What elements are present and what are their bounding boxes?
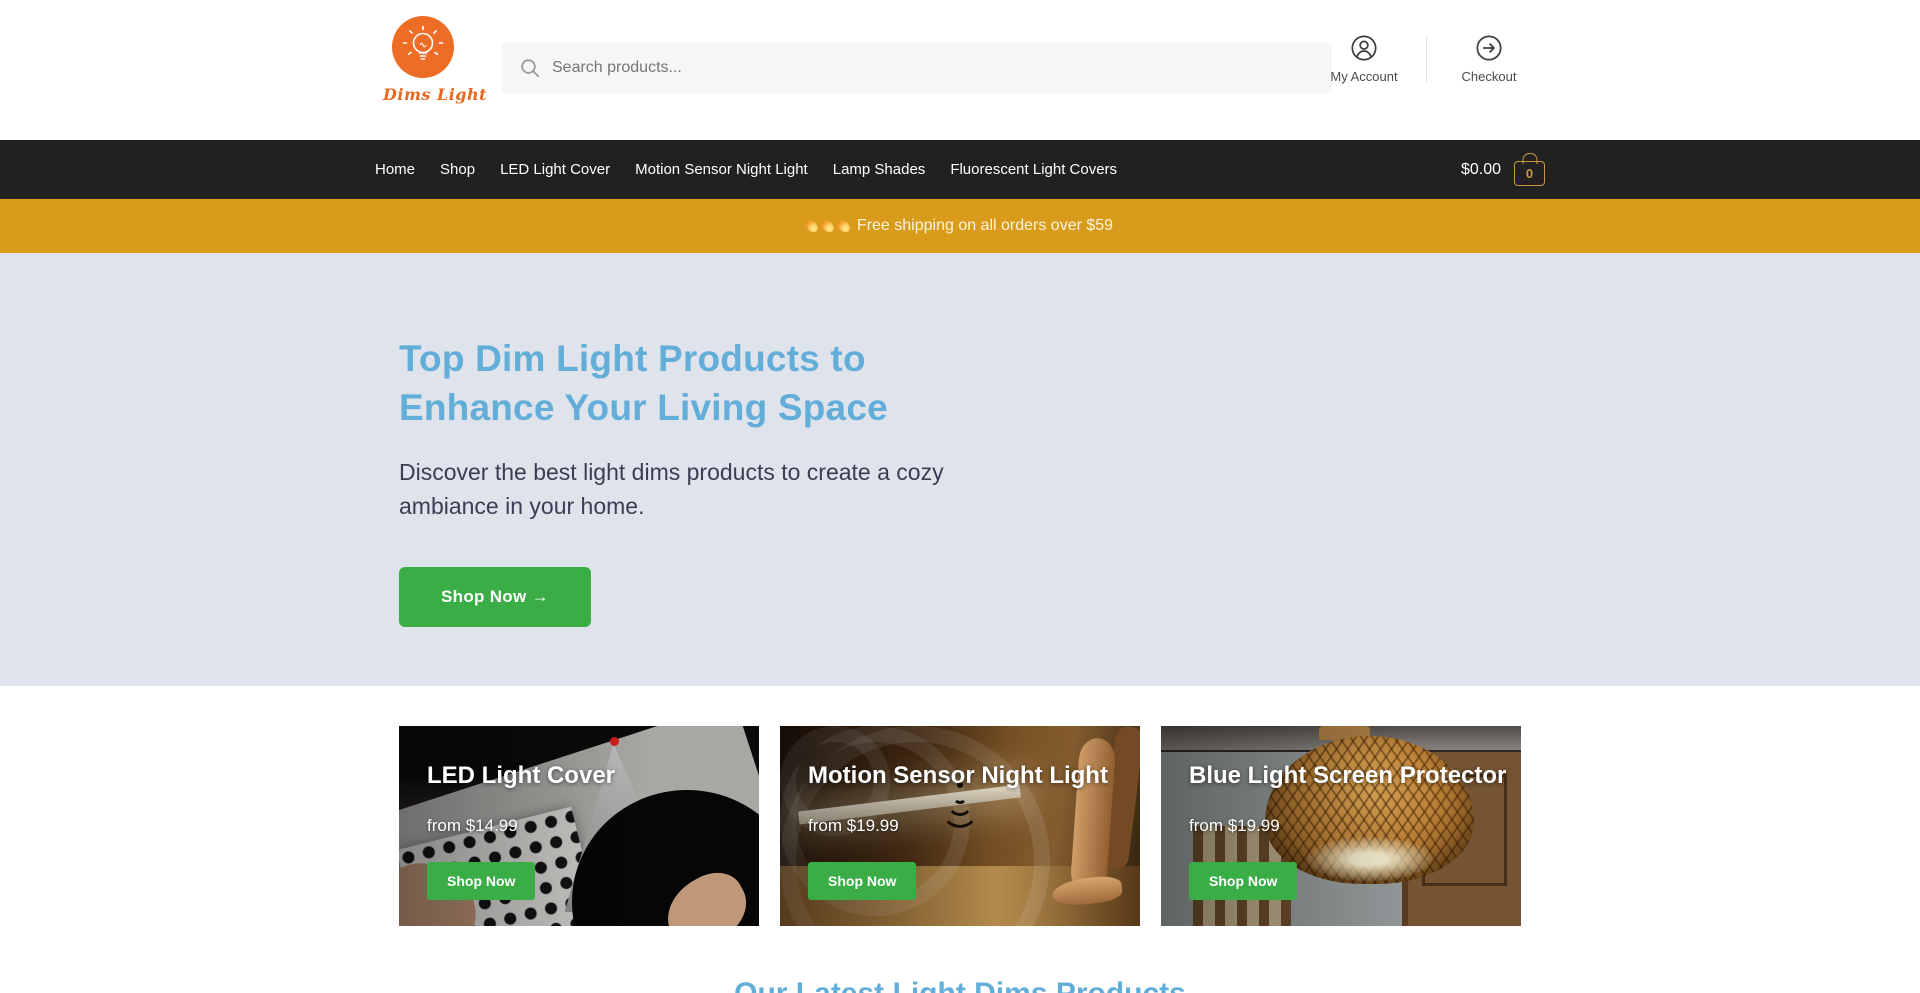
free-shipping-banner: Free shipping on all orders over $59 bbox=[0, 199, 1920, 253]
nav-item-fluorescent-light-covers[interactable]: Fluorescent Light Covers bbox=[950, 161, 1117, 178]
product-card-led-light-cover[interactable]: LED Light Cover from $14.99 Shop Now bbox=[399, 726, 759, 926]
nav-item-lamp-shades[interactable]: Lamp Shades bbox=[833, 161, 926, 178]
hero-section: Top Dim Light Products to Enhance Your L… bbox=[0, 253, 1920, 686]
featured-products-row: LED Light Cover from $14.99 Shop Now Mot… bbox=[399, 726, 1521, 926]
site-logo[interactable]: Dims Light bbox=[383, 16, 463, 104]
shop-now-button[interactable]: Shop Now bbox=[808, 862, 916, 900]
flame-icon bbox=[820, 218, 836, 234]
shop-now-button[interactable]: Shop Now bbox=[1189, 862, 1297, 900]
hero-subtitle: Discover the best light dims products to… bbox=[399, 455, 1039, 523]
flame-icon bbox=[836, 218, 852, 234]
main-nav: Home Shop LED Light Cover Motion Sensor … bbox=[0, 140, 1920, 199]
lightbulb-icon bbox=[392, 16, 454, 78]
product-title: LED Light Cover bbox=[427, 762, 615, 790]
product-title: Motion Sensor Night Light bbox=[808, 762, 1108, 790]
search-icon bbox=[520, 58, 540, 78]
header-divider bbox=[1426, 36, 1427, 82]
latest-products-heading: Our Latest Light Dims Products bbox=[0, 977, 1920, 993]
my-account-link[interactable]: My Account bbox=[1308, 34, 1420, 84]
flame-icons bbox=[807, 220, 849, 233]
product-price: from $19.99 bbox=[808, 816, 899, 836]
banner-text: Free shipping on all orders over $59 bbox=[857, 217, 1113, 235]
search-form bbox=[502, 43, 1332, 93]
hero-title: Top Dim Light Products to Enhance Your L… bbox=[399, 335, 979, 433]
product-title: Blue Light Screen Protector bbox=[1189, 762, 1506, 790]
hero-shop-now-button[interactable]: Shop Now → bbox=[399, 567, 591, 627]
site-header: Dims Light My Account bbox=[0, 0, 1920, 140]
my-account-label: My Account bbox=[1330, 69, 1397, 84]
checkout-label: Checkout bbox=[1462, 69, 1517, 84]
product-card-blue-light-screen-protector[interactable]: Blue Light Screen Protector from $19.99 … bbox=[1161, 726, 1521, 926]
nav-item-led-light-cover[interactable]: LED Light Cover bbox=[500, 161, 610, 178]
product-card-motion-sensor-night-light[interactable]: Motion Sensor Night Light from $19.99 Sh… bbox=[780, 726, 1140, 926]
nav-item-shop[interactable]: Shop bbox=[440, 161, 475, 178]
checkout-link[interactable]: Checkout bbox=[1433, 34, 1545, 84]
nav-item-home[interactable]: Home bbox=[375, 161, 415, 178]
cart-widget[interactable]: $0.00 0 bbox=[1461, 154, 1545, 186]
flame-icon bbox=[804, 218, 820, 234]
product-price: from $14.99 bbox=[427, 816, 518, 836]
search-input[interactable] bbox=[552, 59, 1314, 77]
brand-name: Dims Light bbox=[383, 85, 463, 104]
nav-item-motion-sensor-night-light[interactable]: Motion Sensor Night Light bbox=[635, 161, 808, 178]
shop-now-button[interactable]: Shop Now bbox=[427, 862, 535, 900]
basket-icon: 0 bbox=[1514, 161, 1545, 186]
cart-count-badge: 0 bbox=[1526, 166, 1533, 181]
arrow-right-circle-icon bbox=[1475, 34, 1503, 62]
cart-total: $0.00 bbox=[1461, 161, 1501, 179]
product-price: from $19.99 bbox=[1189, 816, 1280, 836]
user-circle-icon bbox=[1350, 34, 1378, 62]
